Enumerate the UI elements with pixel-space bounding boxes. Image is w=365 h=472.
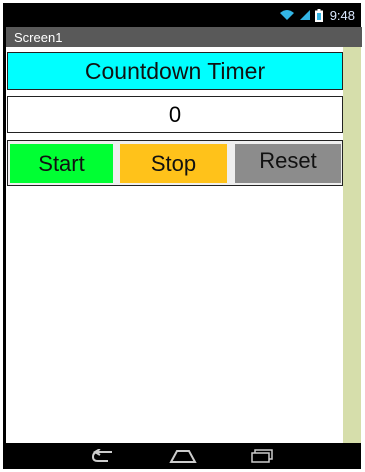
reset-button[interactable]: Reset [235,144,341,183]
status-bar: 9:48 [3,3,361,27]
scroll-rail[interactable] [343,47,361,443]
wifi-icon [279,9,295,21]
timer-value: 0 [168,101,182,127]
status-time: 9:48 [329,7,355,23]
screen-title: Screen1 [14,29,63,45]
signal-icon [299,9,311,21]
back-icon[interactable] [90,449,116,463]
timer-value-display: 0 [7,96,343,133]
screen-title-bar: Screen1 [6,27,362,47]
navigation-bar [3,443,361,469]
button-row: Start Stop Reset [7,140,343,186]
countdown-heading-label: Countdown Timer [84,57,266,84]
countdown-heading: Countdown Timer [7,52,343,90]
home-icon[interactable] [169,449,197,463]
battery-icon [314,8,323,22]
stop-button[interactable]: Stop [120,144,227,183]
start-button[interactable]: Start [10,144,113,183]
recent-apps-icon[interactable] [250,449,274,463]
